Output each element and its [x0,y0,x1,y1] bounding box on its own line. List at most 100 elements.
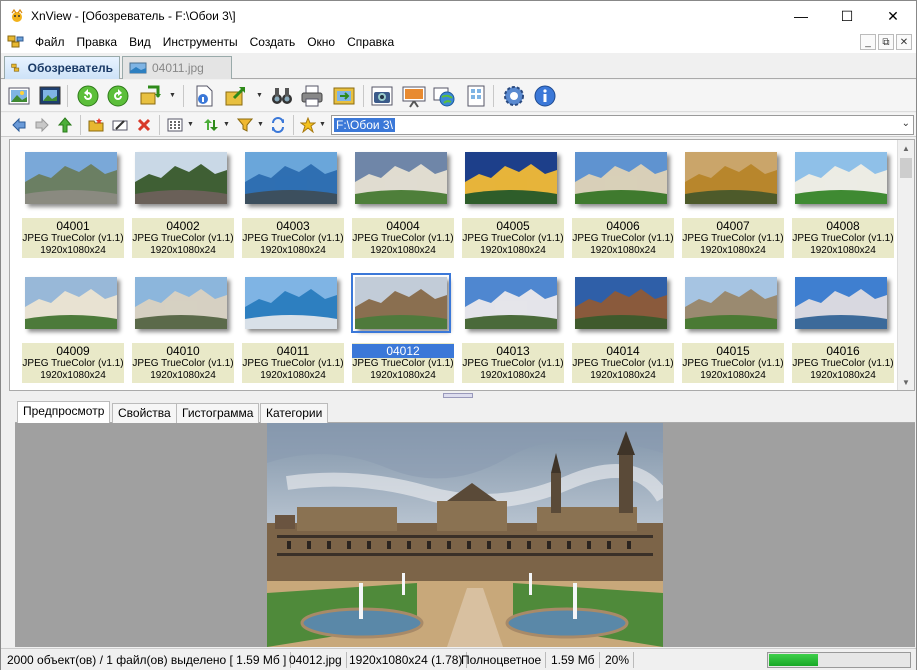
tab-properties[interactable]: Свойства [112,403,177,423]
forward-button[interactable] [33,116,51,134]
thumbnail-label[interactable]: 04001 JPEG TrueColor (v1.1) 1920x1080x24 [22,218,124,258]
menu-file[interactable]: Файл [29,31,71,53]
splitter-grip-icon[interactable] [443,393,473,398]
export-button[interactable] [223,83,249,109]
favorites-button[interactable] [299,116,317,134]
thumbnail-item[interactable]: 04003 JPEG TrueColor (v1.1) 1920x1080x24 [238,146,344,258]
browser-window-icon[interactable] [7,34,25,50]
capture-button[interactable] [369,83,395,109]
thumbnail-item[interactable]: 04006 JPEG TrueColor (v1.1) 1920x1080x24 [568,146,674,258]
thumbnail-image[interactable] [135,277,227,329]
tab-preview[interactable]: Предпросмотр [17,401,111,423]
about-button[interactable] [532,83,558,109]
menu-edit[interactable]: Правка [71,31,124,53]
thumbnail-image[interactable] [575,152,667,204]
thumbnail-label[interactable]: 04012 JPEG TrueColor (v1.1) 1920x1080x24 [352,343,454,383]
thumbnail-image[interactable] [795,277,887,329]
thumbnail-label[interactable]: 04009 JPEG TrueColor (v1.1) 1920x1080x24 [22,343,124,383]
thumbnail-image[interactable] [351,273,451,333]
thumbnail-label[interactable]: 04002 JPEG TrueColor (v1.1) 1920x1080x24 [132,218,234,258]
find-button[interactable] [269,83,295,109]
scrollbar-thumb[interactable] [900,158,912,178]
fullscreen-button[interactable] [37,83,63,109]
close-button[interactable]: ✕ [870,1,916,31]
thumbnail-item[interactable]: 04002 JPEG TrueColor (v1.1) 1920x1080x24 [128,146,234,258]
new-folder-button[interactable] [87,116,105,134]
print-button[interactable] [299,83,325,109]
thumbnail-item[interactable]: 04015 JPEG TrueColor (v1.1) 1920x1080x24 [678,271,784,383]
view-mode-dropdown-icon[interactable]: ▼ [187,121,195,129]
address-combobox[interactable]: F:\Обои 3\ ⌄ [331,115,914,135]
properties-button[interactable] [191,83,217,109]
tab-browser[interactable]: Обозреватель [4,56,120,79]
delete-button[interactable] [135,116,153,134]
thumbnail-image[interactable] [355,152,447,204]
back-button[interactable] [10,116,28,134]
maximize-button[interactable]: ☐ [824,1,870,31]
thumbnail-item[interactable]: 04004 JPEG TrueColor (v1.1) 1920x1080x24 [348,146,454,258]
slideshow-button[interactable] [401,83,427,109]
convert-button[interactable] [137,83,163,109]
thumbnail-label[interactable]: 04006 JPEG TrueColor (v1.1) 1920x1080x24 [572,218,674,258]
thumbnail-image[interactable] [685,277,777,329]
favorites-dropdown-icon[interactable]: ▼ [319,121,327,129]
mdi-close-button[interactable]: ✕ [896,34,912,50]
menu-window[interactable]: Окно [301,31,341,53]
mdi-restore-button[interactable]: ⧉ [878,34,894,50]
thumbnail-image[interactable] [245,152,337,204]
tab-image-04011[interactable]: 04011.jpg [122,56,232,79]
thumbnail-item[interactable]: 04010 JPEG TrueColor (v1.1) 1920x1080x24 [128,271,234,383]
menu-view[interactable]: Вид [123,31,157,53]
panel-splitter[interactable] [1,392,916,400]
export-dropdown-icon[interactable]: ▼ [256,92,264,100]
menu-create[interactable]: Создать [244,31,302,53]
thumbnail-image[interactable] [795,152,887,204]
rotate-left-button[interactable] [75,83,101,109]
mdi-minimize-button[interactable]: _ [860,34,876,50]
thumbnail-image[interactable] [465,277,557,329]
thumbnail-label[interactable]: 04005 JPEG TrueColor (v1.1) 1920x1080x24 [462,218,564,258]
thumbnail-label[interactable]: 04015 JPEG TrueColor (v1.1) 1920x1080x24 [682,343,784,383]
vertical-scrollbar[interactable]: ▲ ▼ [897,140,914,390]
thumbnail-image[interactable] [135,152,227,204]
minimize-button[interactable]: — [778,1,824,31]
convert-dropdown-icon[interactable]: ▼ [169,92,177,100]
refresh-button[interactable] [269,116,287,134]
menu-tools[interactable]: Инструменты [157,31,244,53]
thumbnail-item[interactable]: 04001 JPEG TrueColor (v1.1) 1920x1080x24 [18,146,124,258]
thumbnail-label[interactable]: 04011 JPEG TrueColor (v1.1) 1920x1080x24 [242,343,344,383]
thumbnail-item[interactable]: 04005 JPEG TrueColor (v1.1) 1920x1080x24 [458,146,564,258]
thumbnail-item[interactable]: 04009 JPEG TrueColor (v1.1) 1920x1080x24 [18,271,124,383]
thumbnail-label[interactable]: 04007 JPEG TrueColor (v1.1) 1920x1080x24 [682,218,784,258]
thumbnail-image[interactable] [685,152,777,204]
sort-button[interactable] [202,116,220,134]
thumbnail-label[interactable]: 04003 JPEG TrueColor (v1.1) 1920x1080x24 [242,218,344,258]
up-folder-button[interactable] [56,116,74,134]
scroll-up-icon[interactable]: ▲ [898,140,914,156]
web-page-button[interactable] [431,83,457,109]
thumbnail-label[interactable]: 04014 JPEG TrueColor (v1.1) 1920x1080x24 [572,343,674,383]
send-button[interactable] [331,83,357,109]
thumbnail-label[interactable]: 04016 JPEG TrueColor (v1.1) 1920x1080x24 [792,343,894,383]
rotate-right-button[interactable] [105,83,131,109]
thumbnail-item[interactable]: 04014 JPEG TrueColor (v1.1) 1920x1080x24 [568,271,674,383]
thumbnail-image[interactable] [25,152,117,204]
filter-dropdown-icon[interactable]: ▼ [257,121,265,129]
tab-histogram[interactable]: Гистограмма [176,403,260,423]
left-dock-handle[interactable] [1,141,9,641]
thumbnail-label[interactable]: 04008 JPEG TrueColor (v1.1) 1920x1080x24 [792,218,894,258]
thumbnail-image[interactable] [465,152,557,204]
thumbnail-label[interactable]: 04004 JPEG TrueColor (v1.1) 1920x1080x24 [352,218,454,258]
thumbnail-image[interactable] [25,277,117,329]
settings-button[interactable] [501,83,527,109]
thumbnail-image[interactable] [575,277,667,329]
address-path[interactable]: F:\Обои 3\ [334,118,395,132]
chevron-down-icon[interactable]: ⌄ [902,118,910,129]
thumbnail-item[interactable]: 04012 JPEG TrueColor (v1.1) 1920x1080x24 [348,271,454,383]
browse-button[interactable] [6,83,32,109]
scroll-down-icon[interactable]: ▼ [898,374,914,390]
contact-sheet-button[interactable] [463,83,489,109]
view-mode-button[interactable] [166,116,184,134]
thumbnail-label[interactable]: 04010 JPEG TrueColor (v1.1) 1920x1080x24 [132,343,234,383]
menu-help[interactable]: Справка [341,31,400,53]
